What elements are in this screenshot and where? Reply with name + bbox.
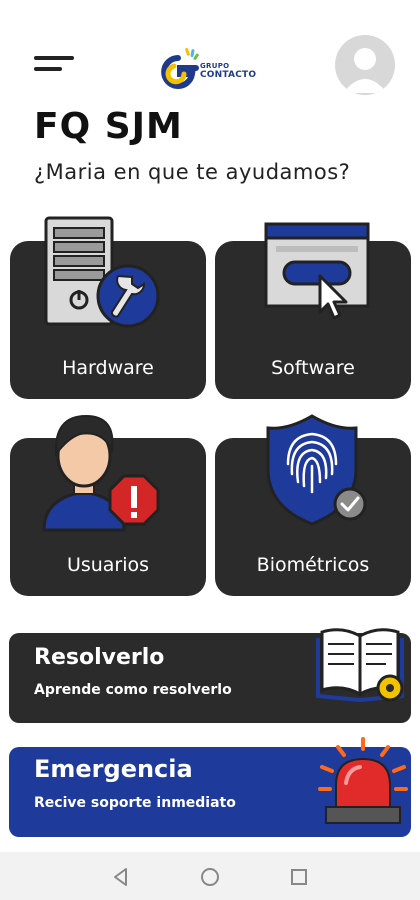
category-label: Hardware xyxy=(62,357,154,379)
logo-line2: CONTACTO xyxy=(200,70,257,80)
resolve-title: Resolverlo xyxy=(34,645,165,670)
browser-cursor-icon xyxy=(264,222,370,320)
page-title: FQ SJM xyxy=(34,106,183,147)
top-bar: GRUPO CONTACTO xyxy=(0,0,420,110)
open-book-gear-icon xyxy=(316,628,404,703)
emergency-title: Emergencia xyxy=(34,755,193,783)
user-alert-icon xyxy=(42,414,160,532)
category-label: Software xyxy=(271,357,355,379)
category-label: Biométricos xyxy=(256,554,370,576)
home-icon[interactable] xyxy=(199,866,221,888)
user-silhouette-icon xyxy=(343,48,387,93)
company-logo: GRUPO CONTACTO xyxy=(150,42,280,90)
emergency-subtitle: Recive soporte inmediato xyxy=(34,795,236,811)
system-navigation-bar xyxy=(0,852,420,900)
logo-text: GRUPO CONTACTO xyxy=(200,62,256,80)
recents-icon[interactable] xyxy=(288,866,310,888)
hamburger-menu-icon[interactable] xyxy=(34,52,78,82)
siren-icon xyxy=(318,737,408,824)
profile-avatar[interactable] xyxy=(335,35,395,95)
logo-mark-icon xyxy=(161,47,199,89)
category-label: Usuarios xyxy=(66,554,150,576)
back-icon[interactable] xyxy=(110,866,132,888)
greeting-text: ¿Maria en que te ayudamos? xyxy=(34,160,351,184)
fingerprint-shield-icon xyxy=(266,414,367,526)
resolve-subtitle: Aprende como resolverlo xyxy=(34,682,232,698)
server-wrench-icon xyxy=(44,216,160,328)
